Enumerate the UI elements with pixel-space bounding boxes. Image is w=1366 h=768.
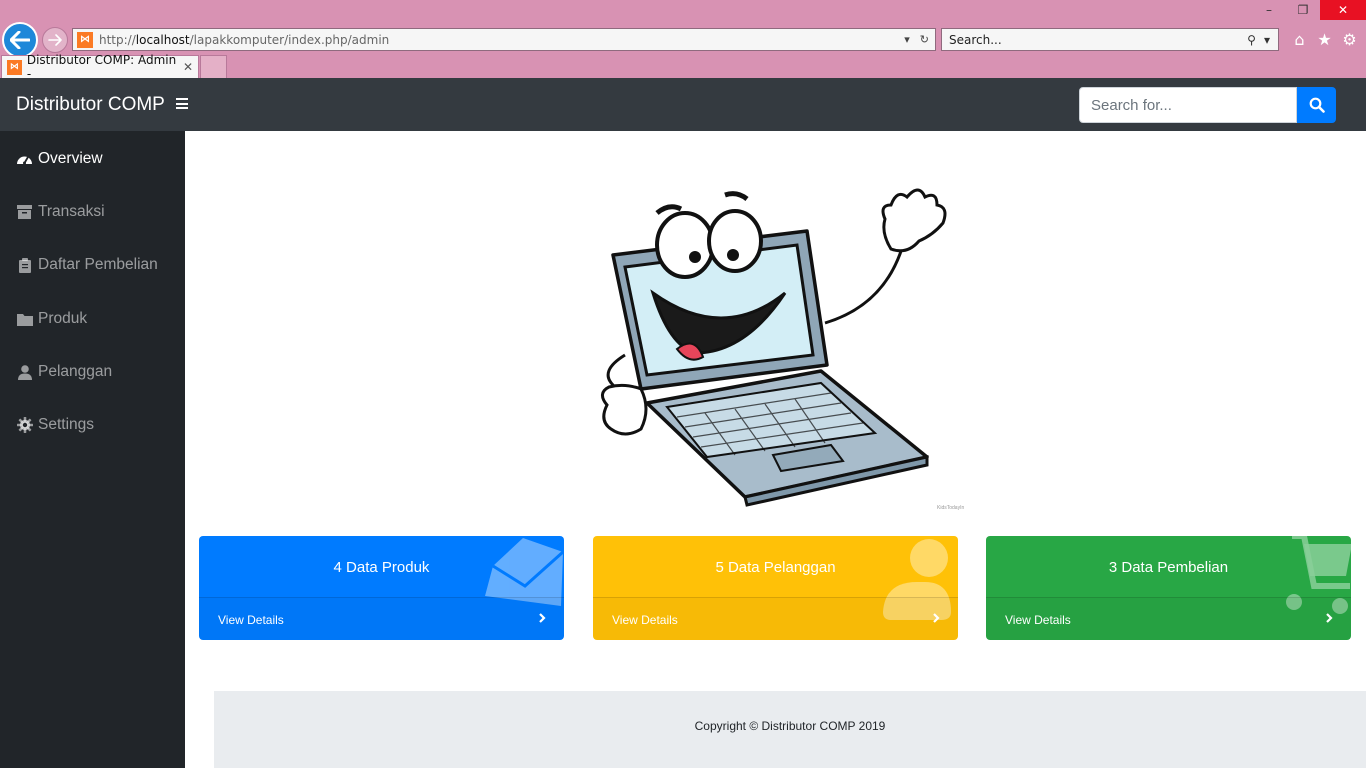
- sidebar-item-daftar-pembelian[interactable]: Daftar Pembelian: [16, 254, 158, 276]
- card-data-pelanggan: 5 Data Pelanggan View Details: [593, 536, 958, 640]
- folder-icon: [16, 311, 33, 327]
- browser-toolbar-icons: ⌂ ★ ⚙: [1290, 28, 1359, 50]
- new-tab-button[interactable]: [200, 55, 227, 78]
- sidebar-item-label: Transaksi: [38, 203, 105, 220]
- user-icon: [16, 364, 33, 380]
- minimize-button[interactable]: –: [1252, 0, 1286, 20]
- search-icon: [1309, 97, 1325, 113]
- copyright-text: Copyright © Distributor COMP 2019: [694, 719, 886, 733]
- sidebar-item-label: Daftar Pembelian: [38, 256, 158, 273]
- sidebar-item-label: Settings: [38, 416, 95, 433]
- restore-button[interactable]: ❐: [1286, 0, 1320, 20]
- sidebar-item-overview[interactable]: Overview: [16, 148, 103, 170]
- home-icon[interactable]: ⌂: [1290, 28, 1309, 50]
- clipboard-icon: [16, 257, 33, 273]
- card-title: 3 Data Pembelian: [1108, 559, 1229, 576]
- dropdown-icon[interactable]: ▾: [1264, 33, 1270, 47]
- window-controls: – ❐ ✕: [1252, 0, 1366, 20]
- gear-icon: [16, 417, 33, 433]
- browser-tab[interactable]: ⋈ Distributor COMP: Admin - ✕: [1, 53, 199, 81]
- svg-text:KidsTodayIn: KidsTodayIn: [937, 505, 964, 511]
- sidebar: Overview Transaksi Daftar Pembelian Prod…: [0, 131, 185, 768]
- dropdown-icon[interactable]: ▾: [904, 33, 910, 46]
- star-icon[interactable]: ★: [1315, 28, 1334, 50]
- arrow-left-icon: [10, 31, 30, 49]
- tab-close-icon[interactable]: ✕: [183, 60, 193, 74]
- view-details-link[interactable]: View Details: [593, 597, 958, 640]
- view-details-link[interactable]: View Details: [986, 597, 1351, 640]
- sidebar-item-transaksi[interactable]: Transaksi: [16, 201, 105, 223]
- browser-search-placeholder: Search...: [949, 32, 1002, 47]
- sidebar-item-produk[interactable]: Produk: [16, 308, 87, 330]
- search-button[interactable]: [1297, 87, 1336, 123]
- tab-title: Distributor COMP: Admin -: [26, 53, 177, 81]
- arrow-right-icon: [48, 34, 62, 46]
- xampp-favicon-icon: ⋈: [77, 31, 93, 48]
- sidebar-item-settings[interactable]: Settings: [16, 414, 94, 436]
- search-input[interactable]: [1079, 87, 1297, 123]
- address-bar[interactable]: ⋈ http://localhost/lapakkomputer/index.p…: [72, 28, 936, 51]
- page-footer: Copyright © Distributor COMP 2019: [214, 691, 1366, 768]
- browser-chrome: – ❐ ✕ ⋈ http://localhost/lapakkomputer/i…: [0, 0, 1366, 81]
- sidebar-item-pelanggan[interactable]: Pelanggan: [16, 361, 112, 383]
- view-details-label: View Details: [1005, 613, 1071, 627]
- view-details-label: View Details: [218, 613, 284, 627]
- laptop-mascot-illustration: KidsTodayIn: [601, 188, 964, 511]
- top-navbar: Distributor COMP: [0, 78, 1366, 131]
- browser-search-bar[interactable]: Search... ⚲ ▾: [941, 28, 1279, 51]
- chevron-right-icon: [933, 613, 940, 623]
- view-details-label: View Details: [612, 613, 678, 627]
- card-data-pembelian: 3 Data Pembelian View Details: [986, 536, 1351, 640]
- tachometer-icon: [16, 151, 33, 167]
- gear-icon[interactable]: ⚙: [1340, 28, 1359, 50]
- card-data-produk: 4 Data Produk View Details: [199, 536, 564, 640]
- card-title: 4 Data Produk: [333, 559, 430, 576]
- sidebar-item-label: Pelanggan: [38, 363, 113, 380]
- close-window-button[interactable]: ✕: [1320, 0, 1366, 20]
- sidebar-item-label: Produk: [38, 310, 88, 327]
- search-icon[interactable]: ⚲: [1247, 33, 1256, 47]
- forward-button[interactable]: [42, 27, 68, 53]
- brand-title[interactable]: Distributor COMP: [16, 94, 165, 116]
- card-title: 5 Data Pelanggan: [715, 559, 836, 576]
- sidebar-item-label: Overview: [38, 150, 103, 167]
- xampp-favicon-icon: ⋈: [7, 59, 22, 75]
- sidebar-toggle-icon[interactable]: [176, 98, 188, 109]
- archive-icon: [16, 204, 33, 220]
- refresh-icon[interactable]: ↻: [920, 33, 929, 46]
- address-url: http://localhost/lapakkomputer/index.php…: [99, 32, 390, 47]
- view-details-link[interactable]: View Details: [199, 597, 564, 640]
- chevron-right-icon: [1326, 613, 1333, 623]
- chevron-right-icon: [539, 613, 546, 623]
